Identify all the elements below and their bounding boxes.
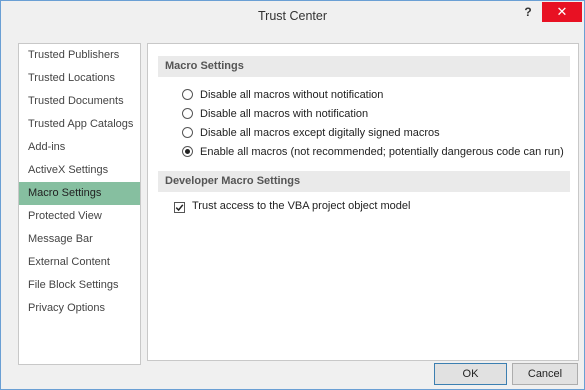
checkmark-icon: [175, 204, 184, 212]
sidebar-item-trusted-app-catalogs[interactable]: Trusted App Catalogs: [19, 113, 140, 136]
radio-button[interactable]: [182, 127, 193, 138]
sidebar-item-privacy-options[interactable]: Privacy Options: [19, 297, 140, 320]
dialog-title: Trust Center: [257, 9, 327, 23]
vba-access-checkbox[interactable]: [174, 202, 185, 213]
option-label: Disable all macros with notification: [200, 108, 369, 120]
sidebar-item-trusted-locations[interactable]: Trusted Locations: [19, 67, 140, 90]
sidebar-item-add-ins[interactable]: Add-ins: [19, 136, 140, 159]
main-panel: Macro Settings Disable all macros withou…: [147, 43, 579, 361]
sidebar-item-external-content[interactable]: External Content: [19, 251, 140, 274]
sidebar-item-message-bar[interactable]: Message Bar: [19, 228, 140, 251]
option-label: Disable all macros without notification: [200, 89, 384, 101]
cancel-button[interactable]: Cancel: [512, 363, 578, 385]
sidebar-item-protected-view[interactable]: Protected View: [19, 205, 140, 228]
option-label: Enable all macros (not recommended; pote…: [200, 146, 564, 158]
sidebar: Trusted Publishers Trusted Locations Tru…: [18, 43, 141, 365]
close-button[interactable]: ✕: [542, 2, 582, 22]
radio-button[interactable]: [182, 108, 193, 119]
option-label: Disable all macros except digitally sign…: [200, 127, 440, 139]
sidebar-item-trusted-publishers[interactable]: Trusted Publishers: [19, 44, 140, 67]
ok-button[interactable]: OK: [434, 363, 507, 385]
vba-access-label[interactable]: Trust access to the VBA project object m…: [192, 200, 410, 212]
sidebar-item-activex-settings[interactable]: ActiveX Settings: [19, 159, 140, 182]
sidebar-item-trusted-documents[interactable]: Trusted Documents: [19, 90, 140, 113]
developer-macro-settings-header: Developer Macro Settings: [158, 171, 570, 192]
radio-button[interactable]: [182, 89, 193, 100]
trust-center-dialog: Trust Center ? ✕ Trusted Publishers Trus…: [0, 0, 585, 390]
sidebar-item-file-block-settings[interactable]: File Block Settings: [19, 274, 140, 297]
macro-settings-header: Macro Settings: [158, 56, 570, 77]
sidebar-item-macro-settings[interactable]: Macro Settings: [19, 182, 140, 205]
close-icon: ✕: [556, 4, 568, 19]
title-bar: Trust Center ? ✕: [1, 1, 584, 31]
help-button[interactable]: ?: [514, 2, 542, 24]
radio-button-checked[interactable]: [182, 146, 193, 157]
